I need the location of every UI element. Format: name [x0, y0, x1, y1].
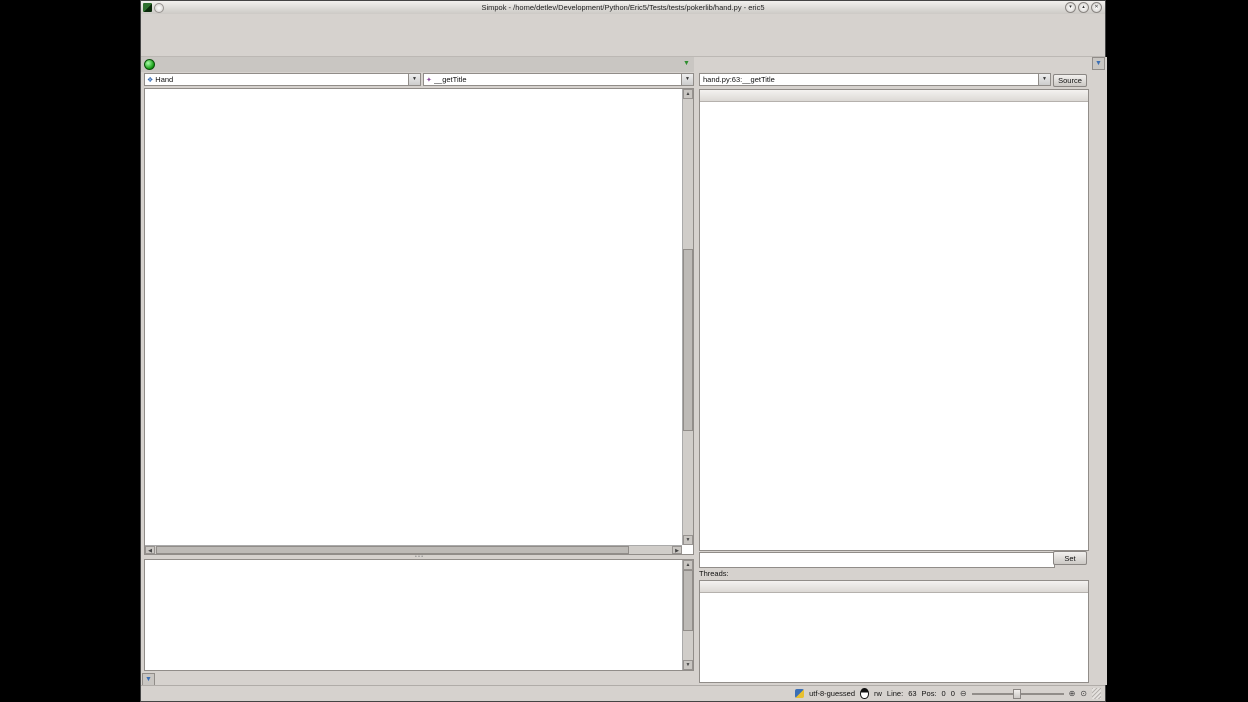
class-combo-value: Hand: [155, 75, 408, 84]
stack-frame-value: hand.py:63:__getTitle: [700, 75, 1038, 84]
rw-indicator: rw: [874, 689, 882, 698]
editor-horizontal-scrollbar[interactable]: ◀ ▶: [145, 545, 682, 554]
locals-table[interactable]: [699, 89, 1089, 551]
toolbar-file: [141, 27, 1105, 42]
toolbar-debug: [141, 42, 1105, 57]
stack-frame-combo[interactable]: hand.py:63:__getTitle ▼: [699, 73, 1051, 86]
editor-vertical-scrollbar[interactable]: ▲ ▼: [682, 89, 693, 545]
scrollbar-thumb[interactable]: [683, 570, 693, 631]
code-editor[interactable]: ▲ ▼ ◀ ▶: [144, 88, 694, 555]
online-led-icon: [144, 59, 155, 70]
scroll-up-icon[interactable]: ▲: [683, 560, 693, 570]
titlebar: Simpok - /home/detlev/Development/Python…: [141, 1, 1105, 14]
method-combo-value: __getTitle: [434, 75, 681, 84]
python-icon: [795, 689, 804, 698]
menubar: [141, 14, 1105, 27]
navigation-combos: ❖ Hand ▼ ✦ __getTitle ▼: [141, 72, 694, 88]
filter-icon[interactable]: ▼: [1092, 57, 1105, 70]
scroll-right-icon[interactable]: ▶: [672, 546, 682, 554]
scroll-down-icon[interactable]: ▼: [683, 660, 693, 670]
source-button[interactable]: Source: [1053, 74, 1087, 87]
editor-tabbar: [141, 57, 694, 73]
scroll-down-icon[interactable]: ▼: [683, 535, 693, 545]
method-combo[interactable]: ✦ __getTitle ▼: [423, 73, 694, 86]
window-title: Simpok - /home/detlev/Development/Python…: [141, 3, 1105, 12]
locals-header[interactable]: [700, 90, 1088, 102]
statusbar: utf-8-guessed rw Line: 63 Pos: 0 0 ⊖ ⊕ ⊙: [141, 685, 1105, 701]
stack-frame-row: hand.py:63:__getTitle ▼ Source: [697, 72, 1091, 89]
shell-panel[interactable]: ▲ ▼: [144, 559, 694, 671]
pos-value: 0: [942, 689, 946, 698]
filter-icon[interactable]: ▼: [142, 673, 155, 686]
scroll-up-icon[interactable]: ▲: [683, 89, 693, 99]
debug-viewer-panel: hand.py:63:__getTitle ▼ Source Set Threa…: [697, 57, 1091, 685]
zoom-value: 0: [951, 689, 955, 698]
scroll-left-icon[interactable]: ◀: [145, 546, 155, 554]
class-combo[interactable]: ❖ Hand ▼: [144, 73, 421, 86]
pos-label: Pos:: [922, 689, 937, 698]
set-button[interactable]: Set: [1053, 551, 1087, 565]
variable-filter-input[interactable]: [699, 552, 1055, 568]
slider-thumb[interactable]: [1013, 689, 1021, 699]
app-window: Simpok - /home/detlev/Development/Python…: [140, 0, 1106, 702]
zoom-reset-icon[interactable]: ⊙: [1080, 689, 1087, 699]
eol-penguin-icon: [860, 688, 869, 699]
threads-table[interactable]: [699, 580, 1089, 683]
minimize-button[interactable]: ▾: [1065, 2, 1076, 13]
right-sidebar: ▼: [1091, 57, 1107, 685]
line-value: 63: [908, 689, 916, 698]
chevron-down-icon[interactable]: ▼: [681, 74, 693, 85]
zoom-in-icon[interactable]: ⊕: [1069, 689, 1076, 699]
class-icon: ❖: [147, 76, 153, 84]
zoom-slider[interactable]: [972, 689, 1064, 699]
method-icon: ✦: [426, 76, 432, 84]
threads-label: Threads:: [699, 569, 729, 578]
zoom-out-icon[interactable]: ⊖: [960, 689, 967, 699]
tab-list-dropdown-icon[interactable]: ▼: [681, 59, 692, 69]
resize-grip[interactable]: [1092, 688, 1101, 699]
scrollbar-thumb[interactable]: [156, 546, 629, 554]
chevron-down-icon[interactable]: ▼: [1038, 74, 1050, 85]
chevron-down-icon[interactable]: ▼: [408, 74, 420, 85]
scrollbar-thumb[interactable]: [683, 249, 693, 431]
threads-header[interactable]: [700, 581, 1088, 593]
encoding-indicator: utf-8-guessed: [809, 689, 855, 698]
line-label: Line:: [887, 689, 903, 698]
close-button[interactable]: ✕: [1091, 2, 1102, 13]
maximize-button[interactable]: ▴: [1078, 2, 1089, 13]
shell-vertical-scrollbar[interactable]: ▲ ▼: [682, 560, 693, 670]
